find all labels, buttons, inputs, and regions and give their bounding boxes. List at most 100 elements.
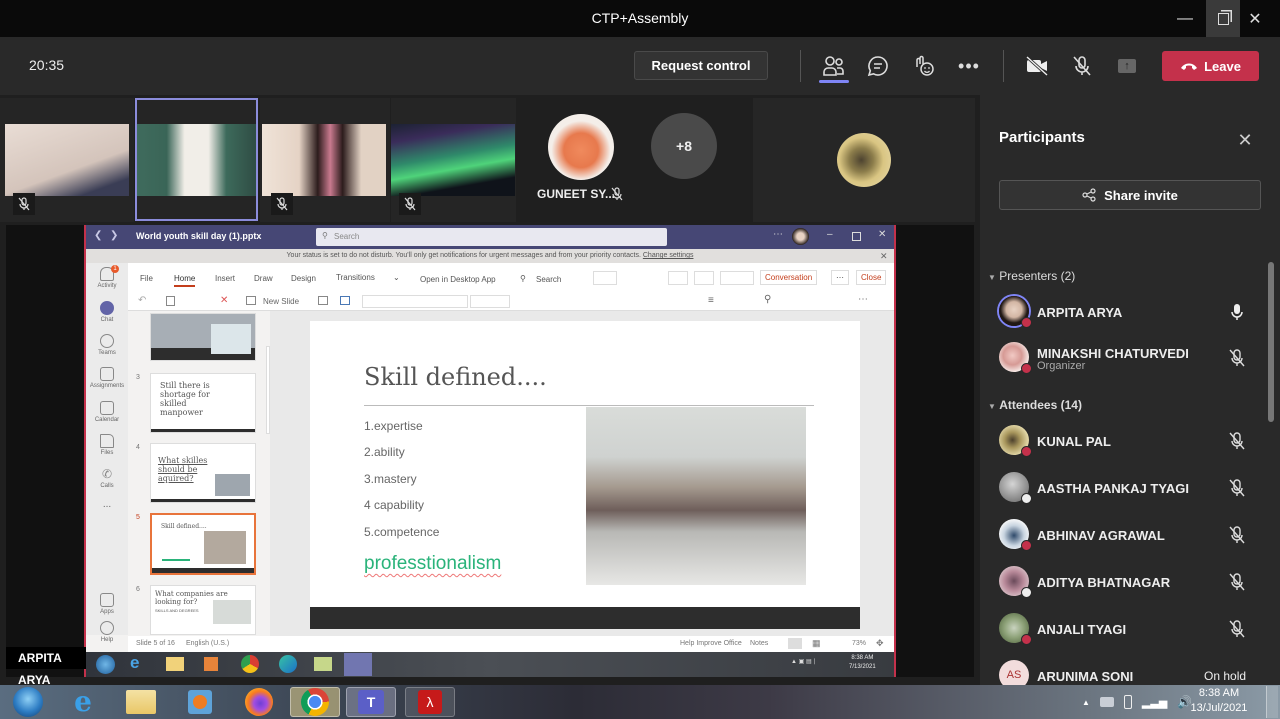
participant-row[interactable]: MINAKSHI CHATURVEDI Organizer xyxy=(999,338,1261,380)
participants-button[interactable] xyxy=(820,53,848,79)
participant-row[interactable]: AS ARUNIMA SONI On hold xyxy=(999,656,1261,685)
ribbon-tab-design[interactable]: Design xyxy=(291,274,316,283)
new-slide-button[interactable]: New Slide xyxy=(263,297,299,306)
open-desktop-app-button[interactable]: Open in Desktop App xyxy=(420,275,496,284)
close-panel-button[interactable]: ✕ xyxy=(1235,130,1255,150)
bullet-item[interactable]: 1.expertise xyxy=(364,419,423,433)
leave-button[interactable]: Leave xyxy=(1162,51,1259,81)
conversation-button[interactable]: Conversation xyxy=(760,270,818,285)
bullet-item[interactable]: 2.ability xyxy=(364,445,405,459)
zoom-level[interactable]: 73% xyxy=(852,640,866,647)
bullet-item[interactable]: 5.competence xyxy=(364,525,439,539)
system-clock[interactable]: 8:38 AM 13/Jul/2021 xyxy=(1184,686,1254,716)
battery-icon[interactable] xyxy=(1123,695,1132,709)
chat-button[interactable] xyxy=(864,53,892,79)
rail-activity[interactable]: Activity 1 xyxy=(86,265,128,289)
more-icon[interactable]: ⋯ xyxy=(858,294,868,305)
ribbon-tab-file[interactable]: File xyxy=(140,274,153,283)
find-icon[interactable]: ⚲ xyxy=(764,294,771,305)
forward-arrow-icon[interactable]: ❯ xyxy=(110,230,118,241)
participant-row[interactable]: KUNAL PAL xyxy=(999,421,1261,463)
close-button[interactable]: Close xyxy=(856,270,887,285)
show-hidden-icons-icon[interactable]: ▲ xyxy=(1082,698,1090,707)
taskbar-firefox[interactable] xyxy=(234,687,284,717)
presenters-section-header[interactable]: ▼ Presenters (2) xyxy=(988,269,1075,283)
minimize-icon[interactable]: – xyxy=(827,229,833,240)
rail-teams[interactable]: Teams xyxy=(86,334,128,356)
close-window-button[interactable]: ✕ xyxy=(1240,0,1270,37)
picture-icon[interactable] xyxy=(340,296,350,305)
taskbar-acrobat[interactable]: λ xyxy=(405,687,455,717)
overflow-participants-button[interactable]: +8 xyxy=(651,113,717,179)
delete-icon[interactable]: ✕ xyxy=(220,295,228,306)
help-improve-link[interactable]: Help Improve Office xyxy=(680,640,742,647)
dismiss-icon[interactable]: ✕ xyxy=(880,249,888,263)
share-invite-button[interactable]: Share invite xyxy=(999,180,1261,210)
highlight-text[interactable]: professtionalism xyxy=(364,553,501,575)
change-settings-link[interactable]: Change settings xyxy=(643,252,694,259)
layout-icon[interactable] xyxy=(318,296,328,305)
ribbon-tab-home[interactable]: Home xyxy=(174,274,196,287)
font-size-box[interactable] xyxy=(470,295,510,308)
ribbon-overflow-icon[interactable]: ⌄ xyxy=(393,273,400,282)
taskbar-media-player[interactable] xyxy=(175,687,225,717)
network-signal-icon[interactable]: ▂▃▅ xyxy=(1142,696,1167,709)
slide-title[interactable]: Skill defined.... xyxy=(364,363,547,391)
share-tray-button[interactable]: ↑ xyxy=(1113,53,1141,79)
bullet-item[interactable]: 4 capability xyxy=(364,498,424,512)
maximize-icon[interactable] xyxy=(852,232,861,241)
rail-files[interactable]: Files xyxy=(86,434,128,456)
start-button[interactable] xyxy=(3,687,53,717)
font-name-box[interactable] xyxy=(362,295,468,308)
rail-more[interactable]: ... xyxy=(86,499,128,510)
paste-icon[interactable] xyxy=(166,296,175,306)
camera-toggle-button[interactable] xyxy=(1023,53,1051,79)
printer-icon[interactable] xyxy=(1099,697,1114,707)
comment-icon[interactable] xyxy=(694,271,714,285)
mic-toggle-button[interactable] xyxy=(1068,53,1096,79)
fit-icon[interactable]: ✥ xyxy=(876,638,884,649)
taskbar-teams[interactable]: T xyxy=(346,687,396,717)
participant-row[interactable]: AASTHA PANKAJ TYAGI xyxy=(999,468,1261,510)
more-options-button[interactable]: ••• xyxy=(955,53,983,79)
slide-canvas[interactable]: Skill defined.... 1.expertise 2.ability … xyxy=(310,321,860,629)
participant-row[interactable]: ARPITA ARYA xyxy=(999,292,1261,334)
normal-view-icon[interactable] xyxy=(788,638,802,649)
participant-avatar[interactable] xyxy=(837,133,891,187)
taskbar-file-explorer[interactable] xyxy=(116,687,166,717)
sorter-view-icon[interactable]: ▦ xyxy=(812,638,821,649)
close-icon[interactable]: ✕ xyxy=(878,229,886,240)
panel-scrollbar[interactable] xyxy=(1268,262,1274,422)
undo-icon[interactable]: ↶ xyxy=(138,295,146,306)
participant-row[interactable]: ABHINAV AGRAWAL xyxy=(999,515,1261,557)
participant-row[interactable]: ADITYA BHATNAGAR xyxy=(999,562,1261,604)
slide-thumbnail[interactable]: What skilles should be aquired? xyxy=(150,443,256,503)
teams-search-input[interactable]: ⚲ Search xyxy=(316,228,667,246)
slide-thumbnail[interactable]: Still there is shortage for skilled manp… xyxy=(150,373,256,433)
rail-calendar[interactable]: Calendar xyxy=(86,401,128,423)
rail-calls[interactable]: ✆ Calls xyxy=(86,467,128,489)
bullet-item[interactable]: 3.mastery xyxy=(364,472,417,486)
slide-thumbnail[interactable]: What companies are looking for? SKILLS A… xyxy=(150,585,256,635)
rail-help[interactable]: Help xyxy=(86,621,128,643)
back-arrow-icon[interactable]: ❮ xyxy=(94,230,102,241)
request-control-button[interactable]: Request control xyxy=(634,51,768,80)
more-icon[interactable]: ⋯ xyxy=(773,229,783,240)
more-options-button[interactable]: ⋯ xyxy=(831,270,849,285)
attendees-section-header[interactable]: ▼ Attendees (14) xyxy=(988,398,1082,412)
restore-button[interactable] xyxy=(1206,0,1240,37)
taskbar-internet-explorer[interactable]: e xyxy=(58,687,108,717)
pen-dropdown[interactable] xyxy=(593,271,617,285)
language[interactable]: English (U.S.) xyxy=(186,640,229,647)
ribbon-search[interactable]: Search xyxy=(536,275,561,284)
taskbar-chrome[interactable] xyxy=(290,687,340,717)
rail-apps[interactable]: Apps xyxy=(86,593,128,615)
minimize-button[interactable]: — xyxy=(1162,0,1208,37)
present-dropdown[interactable] xyxy=(720,271,754,285)
align-icon[interactable]: ≡ xyxy=(708,295,714,306)
rail-assignments[interactable]: Assignments xyxy=(86,367,128,389)
participant-avatar[interactable] xyxy=(548,114,614,180)
notes-button[interactable]: Notes xyxy=(750,640,768,647)
slide-thumbnail[interactable] xyxy=(150,313,256,361)
slide-thumbnail-selected[interactable]: Skill defined.... xyxy=(150,513,256,575)
